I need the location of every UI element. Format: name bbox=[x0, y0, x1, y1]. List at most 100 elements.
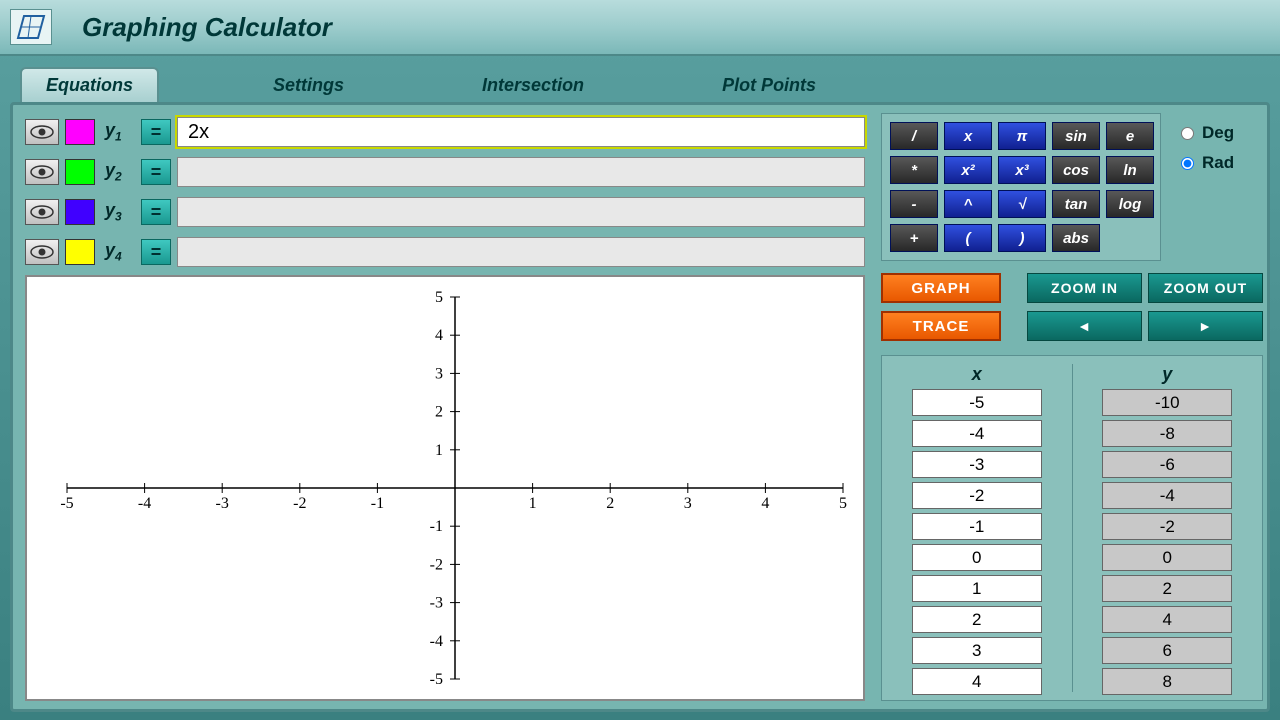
y-cell: -10 bbox=[1102, 389, 1232, 416]
svg-text:-2: -2 bbox=[293, 495, 306, 512]
equals-button-y2[interactable]: = bbox=[141, 159, 171, 185]
key-[interactable]: - bbox=[890, 190, 938, 218]
key-[interactable]: π bbox=[998, 122, 1046, 150]
equation-label-y2: y2 bbox=[105, 160, 135, 184]
key-[interactable]: + bbox=[890, 224, 938, 252]
equation-label-y3: y3 bbox=[105, 200, 135, 224]
x-cell[interactable]: 1 bbox=[912, 575, 1042, 602]
equals-button-y1[interactable]: = bbox=[141, 119, 171, 145]
color-swatch-y1[interactable] bbox=[65, 119, 95, 145]
key-abs[interactable]: abs bbox=[1052, 224, 1100, 252]
svg-text:-3: -3 bbox=[430, 595, 443, 612]
x-cell[interactable]: 4 bbox=[912, 668, 1042, 695]
tab-bar: Equations Settings Intersection Plot Poi… bbox=[10, 64, 1270, 102]
key-x[interactable]: x² bbox=[944, 156, 992, 184]
xy-table: x -5-4-3-2-101234 y -10-8-6-4-202468 bbox=[881, 355, 1263, 701]
svg-text:4: 4 bbox=[761, 495, 769, 512]
y-cell: 4 bbox=[1102, 606, 1232, 633]
zoom-in-button[interactable]: ZOOM IN bbox=[1027, 273, 1142, 303]
key-sin[interactable]: sin bbox=[1052, 122, 1100, 150]
equation-label-y1: y1 bbox=[105, 120, 135, 144]
tab-equations[interactable]: Equations bbox=[20, 67, 159, 102]
zoom-out-button[interactable]: ZOOM OUT bbox=[1148, 273, 1263, 303]
graph-button[interactable]: GRAPH bbox=[881, 273, 1001, 303]
y-cell: -2 bbox=[1102, 513, 1232, 540]
color-swatch-y2[interactable] bbox=[65, 159, 95, 185]
x-cell[interactable]: -2 bbox=[912, 482, 1042, 509]
y-cell: -8 bbox=[1102, 420, 1232, 447]
svg-text:-1: -1 bbox=[430, 518, 443, 535]
angle-deg[interactable]: Deg bbox=[1181, 123, 1261, 143]
svg-text:3: 3 bbox=[684, 495, 692, 512]
key-log[interactable]: log bbox=[1106, 190, 1154, 218]
equation-input-y3[interactable] bbox=[177, 197, 865, 227]
x-cell[interactable]: 0 bbox=[912, 544, 1042, 571]
equation-label-y4: y4 bbox=[105, 240, 135, 264]
svg-text:-4: -4 bbox=[138, 495, 151, 512]
svg-text:-5: -5 bbox=[60, 495, 73, 512]
x-column-header: x bbox=[972, 364, 982, 385]
visibility-toggle-y2[interactable] bbox=[25, 159, 59, 185]
tab-intersection[interactable]: Intersection bbox=[458, 69, 608, 102]
keypad: /xπsine *x²x³cosln -^√tanlog +()abs bbox=[881, 113, 1161, 261]
visibility-toggle-y4[interactable] bbox=[25, 239, 59, 265]
equation-input-y4[interactable] bbox=[177, 237, 865, 267]
key-[interactable]: ( bbox=[944, 224, 992, 252]
key-[interactable]: √ bbox=[998, 190, 1046, 218]
equation-input-y1[interactable] bbox=[177, 117, 865, 147]
y-cell: -6 bbox=[1102, 451, 1232, 478]
angle-mode: Deg Rad bbox=[1181, 123, 1261, 183]
svg-text:-5: -5 bbox=[430, 671, 443, 688]
svg-text:1: 1 bbox=[435, 442, 443, 459]
app-logo bbox=[10, 9, 52, 45]
key-e[interactable]: e bbox=[1106, 122, 1154, 150]
app-title: Graphing Calculator bbox=[82, 12, 332, 43]
svg-text:-2: -2 bbox=[430, 556, 443, 573]
equation-input-y2[interactable] bbox=[177, 157, 865, 187]
svg-text:1: 1 bbox=[529, 495, 537, 512]
y-cell: 0 bbox=[1102, 544, 1232, 571]
svg-text:5: 5 bbox=[839, 495, 847, 512]
visibility-toggle-y1[interactable] bbox=[25, 119, 59, 145]
tab-plot-points[interactable]: Plot Points bbox=[698, 69, 840, 102]
svg-text:4: 4 bbox=[435, 327, 443, 344]
key-ln[interactable]: ln bbox=[1106, 156, 1154, 184]
svg-text:-1: -1 bbox=[371, 495, 384, 512]
key-x[interactable]: x³ bbox=[998, 156, 1046, 184]
y-cell: 2 bbox=[1102, 575, 1232, 602]
x-cell[interactable]: -1 bbox=[912, 513, 1042, 540]
svg-text:5: 5 bbox=[435, 289, 443, 306]
trace-button[interactable]: TRACE bbox=[881, 311, 1001, 341]
y-cell: -4 bbox=[1102, 482, 1232, 509]
svg-text:2: 2 bbox=[435, 404, 443, 421]
angle-rad[interactable]: Rad bbox=[1181, 153, 1261, 173]
svg-text:2: 2 bbox=[606, 495, 614, 512]
color-swatch-y4[interactable] bbox=[65, 239, 95, 265]
x-cell[interactable]: 2 bbox=[912, 606, 1042, 633]
x-cell[interactable]: -4 bbox=[912, 420, 1042, 447]
key-[interactable]: ) bbox=[998, 224, 1046, 252]
x-cell[interactable]: 3 bbox=[912, 637, 1042, 664]
x-cell[interactable]: -3 bbox=[912, 451, 1042, 478]
svg-text:3: 3 bbox=[435, 365, 443, 382]
svg-text:-3: -3 bbox=[216, 495, 229, 512]
svg-text:-4: -4 bbox=[430, 633, 443, 650]
equals-button-y3[interactable]: = bbox=[141, 199, 171, 225]
key-[interactable]: / bbox=[890, 122, 938, 150]
key-[interactable]: ^ bbox=[944, 190, 992, 218]
key-x[interactable]: x bbox=[944, 122, 992, 150]
visibility-toggle-y3[interactable] bbox=[25, 199, 59, 225]
y-cell: 6 bbox=[1102, 637, 1232, 664]
plot-area[interactable]: -5 -4 -3 -2 -1 1 2 3 4 5 -5 -4 -3 -2 -1 1 2 3 4 5 bbox=[25, 275, 865, 701]
tab-settings[interactable]: Settings bbox=[249, 69, 368, 102]
key-[interactable]: * bbox=[890, 156, 938, 184]
trace-right-button[interactable]: ► bbox=[1148, 311, 1263, 341]
key-tan[interactable]: tan bbox=[1052, 190, 1100, 218]
color-swatch-y3[interactable] bbox=[65, 199, 95, 225]
key-cos[interactable]: cos bbox=[1052, 156, 1100, 184]
y-cell: 8 bbox=[1102, 668, 1232, 695]
equals-button-y4[interactable]: = bbox=[141, 239, 171, 265]
trace-left-button[interactable]: ◄ bbox=[1027, 311, 1142, 341]
y-column-header: y bbox=[1162, 364, 1172, 385]
x-cell[interactable]: -5 bbox=[912, 389, 1042, 416]
